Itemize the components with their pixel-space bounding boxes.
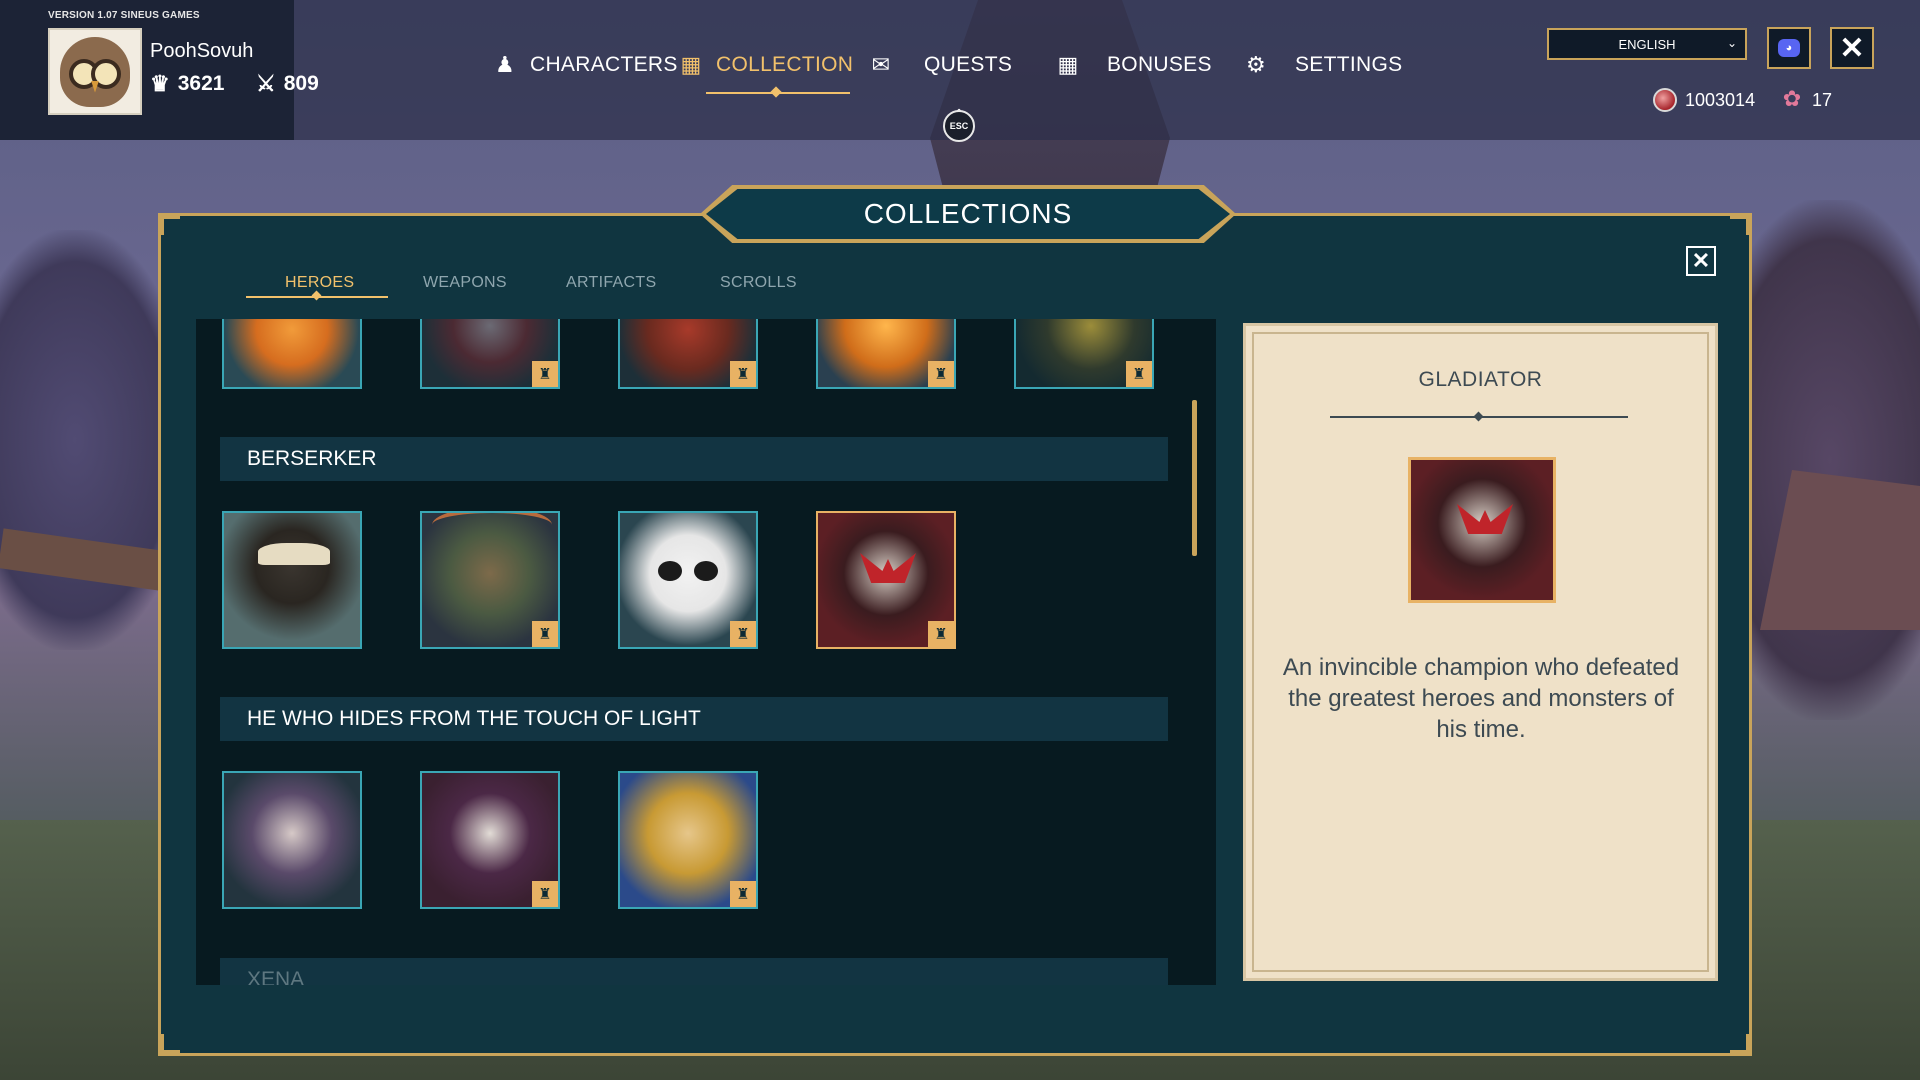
outfit-icon: ♜: [532, 881, 558, 907]
hero-card[interactable]: ♜: [420, 319, 560, 389]
gems-value: 1003014: [1685, 89, 1756, 110]
outfit-icon: ♜: [928, 361, 954, 387]
close-icon: ✕: [1839, 31, 1865, 65]
swords-stat: ⚔ 809: [256, 72, 319, 96]
hero-card[interactable]: ♜: [816, 319, 956, 389]
badger-hero-portrait: [224, 513, 360, 647]
swords-count: 809: [283, 72, 319, 95]
panel-title: COLLECTIONS: [706, 189, 1230, 239]
outfit-icon: ♜: [928, 621, 954, 647]
grid-icon: ▦: [680, 52, 702, 77]
hero-card[interactable]: ♜: [618, 511, 758, 649]
nav-quests-label: QUESTS: [924, 53, 1013, 76]
list-scrollbar[interactable]: [1192, 400, 1197, 556]
language-select[interactable]: ENGLISH ⌄: [1547, 28, 1747, 60]
crown-count: 3621: [177, 72, 225, 95]
group-header-he-who-hides: HE WHO HIDES FROM THE TOUCH OF LIGHT: [220, 697, 1168, 741]
outfit-icon: ♜: [730, 621, 756, 647]
crown-icon: ♛: [150, 71, 170, 96]
character-icon: ♟: [494, 52, 516, 77]
avatar[interactable]: [48, 28, 142, 115]
envelope-icon: ✉: [871, 52, 891, 77]
hero-card[interactable]: [222, 319, 362, 389]
hero-detail-description: An invincible champion who defeated the …: [1282, 654, 1680, 743]
tab-active-underline: [246, 296, 388, 298]
gladiator-hero-portrait: [1411, 460, 1553, 600]
group-header-berserker: BERSERKER: [220, 437, 1168, 481]
tiger-hero-portrait: [224, 319, 360, 387]
esc-button[interactable]: ESC: [943, 110, 975, 142]
profile-block: VERSION 1.07 SINEUS GAMES PoohSovuh ♛ 36…: [0, 0, 319, 140]
outfit-icon: ♜: [730, 881, 756, 907]
petals-counter: ✿ 17: [1780, 88, 1832, 112]
nav-bonuses-label: BONUSES: [1107, 53, 1212, 76]
version-label: VERSION 1.07 SINEUS GAMES: [48, 10, 200, 21]
close-game-button[interactable]: ✕: [1830, 27, 1874, 69]
nav-quests[interactable]: ✉ QUESTS: [868, 52, 1012, 78]
hero-card[interactable]: ♜: [420, 771, 560, 909]
language-selected: ENGLISH: [1618, 36, 1676, 52]
crossed-swords-icon: ⚔: [256, 71, 276, 96]
tab-heroes[interactable]: HEROES: [285, 274, 354, 292]
nav-collection-label: COLLECTION: [716, 53, 854, 76]
close-icon: ✕: [1691, 248, 1711, 273]
nav-characters-label: CHARACTERS: [530, 53, 678, 76]
panel-close-button[interactable]: ✕: [1686, 246, 1716, 276]
crown-stat: ♛ 3621: [150, 72, 224, 96]
petals-value: 17: [1812, 89, 1833, 110]
gem-icon: [1653, 88, 1677, 112]
hero-detail-title: GLADIATOR: [1418, 368, 1543, 391]
owl-avatar-icon: [60, 36, 130, 107]
bonus-grid-icon: ▦: [1057, 52, 1079, 77]
tab-artifacts[interactable]: ARTIFACTS: [566, 274, 656, 292]
detail-divider: [1330, 416, 1628, 418]
hero-card[interactable]: [222, 511, 362, 649]
hero-card[interactable]: ♜: [618, 319, 758, 389]
outfit-icon: ♜: [730, 361, 756, 387]
nav-settings-label: SETTINGS: [1295, 53, 1403, 76]
hero-card[interactable]: ♜: [618, 771, 758, 909]
gems-counter: 1003014: [1653, 88, 1755, 112]
nav-characters[interactable]: ♟ CHARACTERS: [492, 52, 678, 78]
hero-card[interactable]: ♜: [1014, 319, 1154, 389]
outfit-icon: ♜: [532, 361, 558, 387]
discord-icon: ◕: [1778, 39, 1800, 57]
tab-scrolls[interactable]: SCROLLS: [720, 274, 797, 292]
dark-elf-hero-portrait: [224, 773, 360, 907]
petal-icon: ✿: [1782, 86, 1802, 111]
outfit-icon: ♜: [1126, 361, 1152, 387]
chevron-down-icon: ⌄: [1726, 36, 1737, 50]
hero-card[interactable]: [222, 771, 362, 909]
nav-bonuses[interactable]: ▦ BONUSES: [1055, 52, 1212, 78]
outfit-icon: ♜: [532, 621, 558, 647]
gear-icon: ⚙: [1245, 52, 1267, 77]
hero-card-selected[interactable]: ♜: [816, 511, 956, 649]
nav-settings[interactable]: ⚙ SETTINGS: [1243, 52, 1402, 78]
hero-detail-portrait: [1408, 457, 1556, 603]
nav-active-underline: [706, 92, 850, 94]
group-header-xena: XENA: [220, 958, 1168, 985]
hero-card[interactable]: ♜: [420, 511, 560, 649]
discord-button[interactable]: ◕: [1767, 27, 1811, 69]
tab-weapons[interactable]: WEAPONS: [423, 274, 507, 292]
username: PoohSovuh: [150, 40, 254, 62]
nav-collection[interactable]: ▦ COLLECTION: [678, 52, 853, 78]
